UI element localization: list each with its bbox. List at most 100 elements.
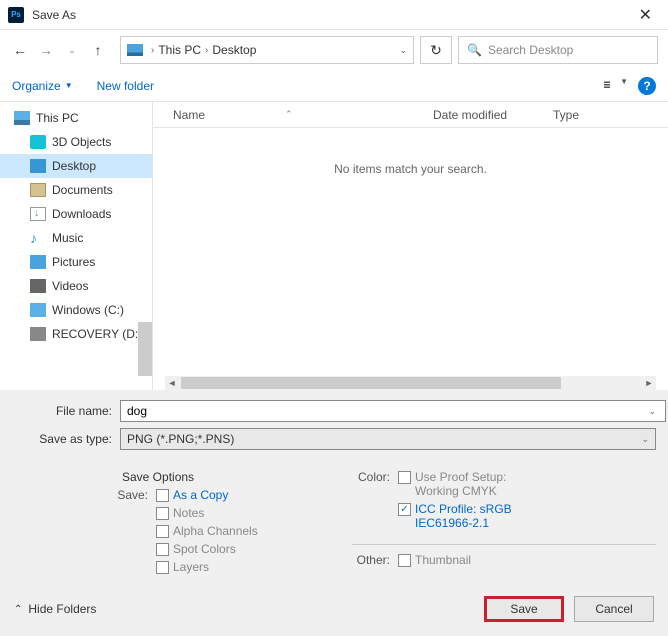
chevron-down-icon: ▼ [65,81,73,90]
scroll-right-icon[interactable]: ► [642,378,656,388]
cancel-button[interactable]: Cancel [574,596,654,622]
icc-checkbox[interactable] [398,503,411,516]
scrollbar-thumb[interactable] [181,377,561,389]
chevron-down-icon: ⌄ [641,434,649,445]
pc-icon [127,44,143,56]
back-button[interactable]: ← [10,38,30,62]
layers-checkbox[interactable] [156,561,169,574]
layers-label: Layers [173,560,209,574]
sidebar-item-recovery-d-[interactable]: RECOVERY (D:) [0,322,152,346]
as-copy-label: As a Copy [173,488,228,502]
footer: ⌃ Hide Folders Save Cancel [0,588,668,636]
view-options-button[interactable]: ▼ [604,77,628,95]
filename-input[interactable] [120,400,666,422]
chevron-down-icon[interactable]: ⌄ [648,406,656,417]
path-segment[interactable]: Desktop [212,43,256,57]
content-area: This PC 3D Objects Desktop Documents Downloa… [0,102,668,390]
column-name[interactable]: Name ⌃ [153,108,423,122]
desktop-icon [30,159,46,173]
thumbnail-label: Thumbnail [415,553,471,567]
sidebar-item-label: Downloads [52,207,111,221]
search-placeholder: Search Desktop [488,43,573,57]
sidebar-item-label: Music [52,231,83,245]
spot-label: Spot Colors [173,542,236,556]
hide-folders-button[interactable]: ⌃ Hide Folders [14,602,96,616]
win-icon [30,303,46,317]
sidebar-item-desktop[interactable]: Desktop [0,154,152,178]
sidebar-item-label: Videos [52,279,88,293]
savetype-label: Save as type: [12,432,120,446]
up-button[interactable]: ↑ [88,38,108,62]
scrollbar-thumb[interactable] [138,322,152,376]
help-button[interactable]: ? [638,77,656,95]
3d-icon [30,135,46,149]
sidebar-item-documents[interactable]: Documents [0,178,152,202]
form-area: File name: ⌄ Save as type: PNG (*.PNG;*.… [0,390,668,464]
recent-dropdown[interactable]: ⌄ [62,38,82,62]
proof-checkbox[interactable] [398,471,411,484]
alpha-label: Alpha Channels [173,524,258,538]
save-label: Save: [12,488,156,502]
organize-menu[interactable]: Organize ▼ [12,79,73,93]
music-icon: ♪ [30,231,46,245]
sidebar-item-videos[interactable]: Videos [0,274,152,298]
sidebar-item-label: Documents [52,183,113,197]
column-headers: Name ⌃ Date modified Type [153,102,668,128]
dl-icon [30,207,46,221]
titlebar: Ps Save As ✕ [0,0,668,30]
sidebar-item-label: This PC [36,111,79,125]
sidebar-item-windows-c-[interactable]: Windows (C:) [0,298,152,322]
thumbnail-checkbox[interactable] [398,554,411,567]
sidebar-item-pictures[interactable]: Pictures [0,250,152,274]
chevron-right-icon: › [205,45,208,56]
file-list: Name ⌃ Date modified Type No items match… [152,102,668,390]
column-type[interactable]: Type [543,108,623,122]
path-box[interactable]: › This PC › Desktop ⌄ [120,36,414,64]
search-icon: 🔍 [467,43,482,57]
toolbar: Organize ▼ New folder ▼ ? [0,70,668,102]
sidebar-item-music[interactable]: ♪ Music [0,226,152,250]
as-copy-checkbox[interactable] [156,489,169,502]
icc-label: ICC Profile: sRGB [415,502,512,516]
sidebar-item-this-pc[interactable]: This PC [0,106,152,130]
empty-message: No items match your search. [153,162,668,176]
proof-label2: Working CMYK [415,484,497,498]
notes-checkbox[interactable] [156,507,169,520]
forward-button[interactable]: → [36,38,56,62]
pc-icon [14,111,30,125]
sidebar-item-3d-objects[interactable]: 3D Objects [0,130,152,154]
refresh-button[interactable]: ↻ [420,36,452,64]
window-title: Save As [32,8,631,22]
color-label: Color: [352,470,398,484]
other-label: Other: [352,553,398,567]
chevron-right-icon: › [151,45,154,56]
horizontal-scrollbar[interactable]: ◄ ► [165,376,656,390]
chevron-up-icon: ⌃ [14,604,22,615]
search-input[interactable]: 🔍 Search Desktop [458,36,658,64]
sidebar-item-label: Pictures [52,255,95,269]
filename-label: File name: [12,404,120,418]
sidebar: This PC 3D Objects Desktop Documents Downloa… [0,102,152,390]
column-date[interactable]: Date modified [423,108,543,122]
scroll-left-icon[interactable]: ◄ [165,378,179,388]
doc-icon [30,183,46,197]
sidebar-item-downloads[interactable]: Downloads [0,202,152,226]
sort-arrow-icon: ⌃ [285,109,293,120]
icc-label2: IEC61966-2.1 [415,516,489,530]
save-options-title: Save Options [122,470,352,484]
new-folder-button[interactable]: New folder [97,79,154,93]
proof-label: Use Proof Setup: [415,470,506,484]
vid-icon [30,279,46,293]
alpha-checkbox[interactable] [156,525,169,538]
savetype-select[interactable]: PNG (*.PNG;*.PNS) ⌄ [120,428,656,450]
notes-label: Notes [173,506,204,520]
sidebar-item-label: Windows (C:) [52,303,124,317]
chevron-down-icon[interactable]: ⌄ [399,45,407,56]
sidebar-item-label: 3D Objects [52,135,111,149]
spot-checkbox[interactable] [156,543,169,556]
save-button[interactable]: Save [484,596,564,622]
sidebar-item-label: Desktop [52,159,96,173]
navbar: ← → ⌄ ↑ › This PC › Desktop ⌄ ↻ 🔍 Search… [0,30,668,70]
path-segment[interactable]: This PC [158,43,201,57]
close-button[interactable]: ✕ [631,1,660,29]
